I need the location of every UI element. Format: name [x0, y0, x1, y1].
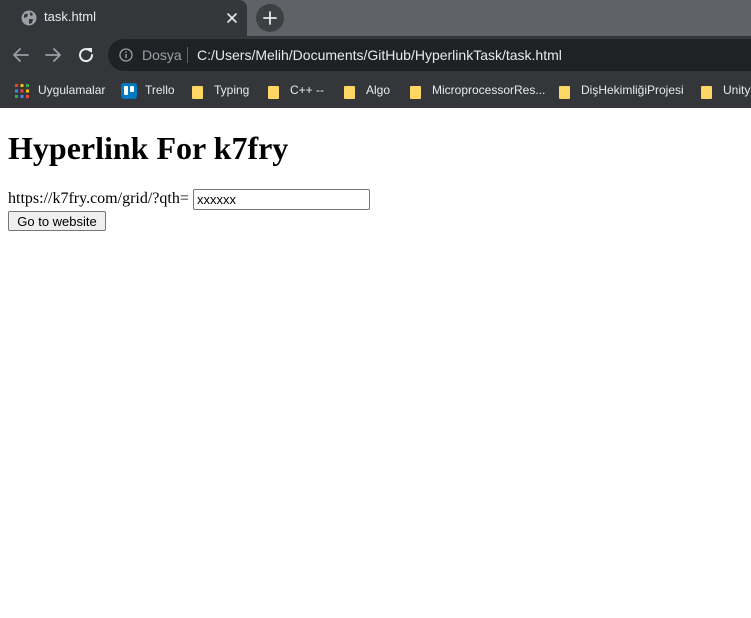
bookmark-label: Trello [145, 83, 175, 97]
folder-icon [408, 83, 424, 99]
tab-strip: task.html [0, 0, 751, 36]
browser-window: task.html Dosya C:/Users/Melih/Documents… [0, 0, 751, 618]
plus-icon [263, 11, 277, 25]
globe-icon [21, 10, 37, 26]
page-title: Hyperlink For k7fry [8, 130, 289, 166]
address-bar[interactable]: Dosya C:/Users/Melih/Documents/GitHub/Hy… [108, 39, 751, 71]
tab-task-html[interactable]: task.html [0, 0, 247, 36]
trello-icon [121, 83, 137, 99]
tab-title: task.html [44, 9, 97, 24]
folder-icon [699, 83, 715, 99]
bookmark-label: Typing [214, 83, 250, 97]
bookmark-label: DişHekimliğiProjesi [581, 83, 684, 97]
url-prefix-label: https://k7fry.com/grid/?qth= [8, 190, 189, 207]
folder-icon [557, 83, 573, 99]
folder-icon [342, 83, 358, 99]
bookmark-label: Algo [366, 83, 391, 97]
apps-grid-icon [15, 84, 29, 98]
bookmark-label: Unity [723, 83, 751, 97]
bookmark-label: C++ -- [290, 83, 325, 97]
bookmarks-bar: Uygulamalar Trello Typing C++ -- Algo Mi… [0, 74, 751, 108]
reload-icon[interactable] [74, 44, 98, 66]
page-content: Hyperlink For k7fry https://k7fry.com/gr… [0, 108, 751, 618]
address-divider [187, 47, 188, 63]
folder-icon [266, 83, 282, 99]
go-to-website-button[interactable]: Go to website [8, 211, 106, 231]
close-icon[interactable] [224, 10, 240, 26]
qth-input[interactable] [193, 189, 370, 210]
folder-icon [190, 83, 206, 99]
forward-arrow-icon[interactable] [41, 44, 65, 66]
bookmark-label: MicroprocessorRes... [432, 83, 546, 97]
toolbar: Dosya C:/Users/Melih/Documents/GitHub/Hy… [0, 36, 751, 74]
new-tab-button[interactable] [256, 4, 284, 32]
bookmark-label: Uygulamalar [38, 83, 106, 97]
back-arrow-icon[interactable] [9, 44, 33, 66]
scheme-label: Dosya [142, 47, 182, 63]
info-icon[interactable] [119, 48, 133, 62]
url-text[interactable]: C:/Users/Melih/Documents/GitHub/Hyperlin… [197, 47, 562, 63]
